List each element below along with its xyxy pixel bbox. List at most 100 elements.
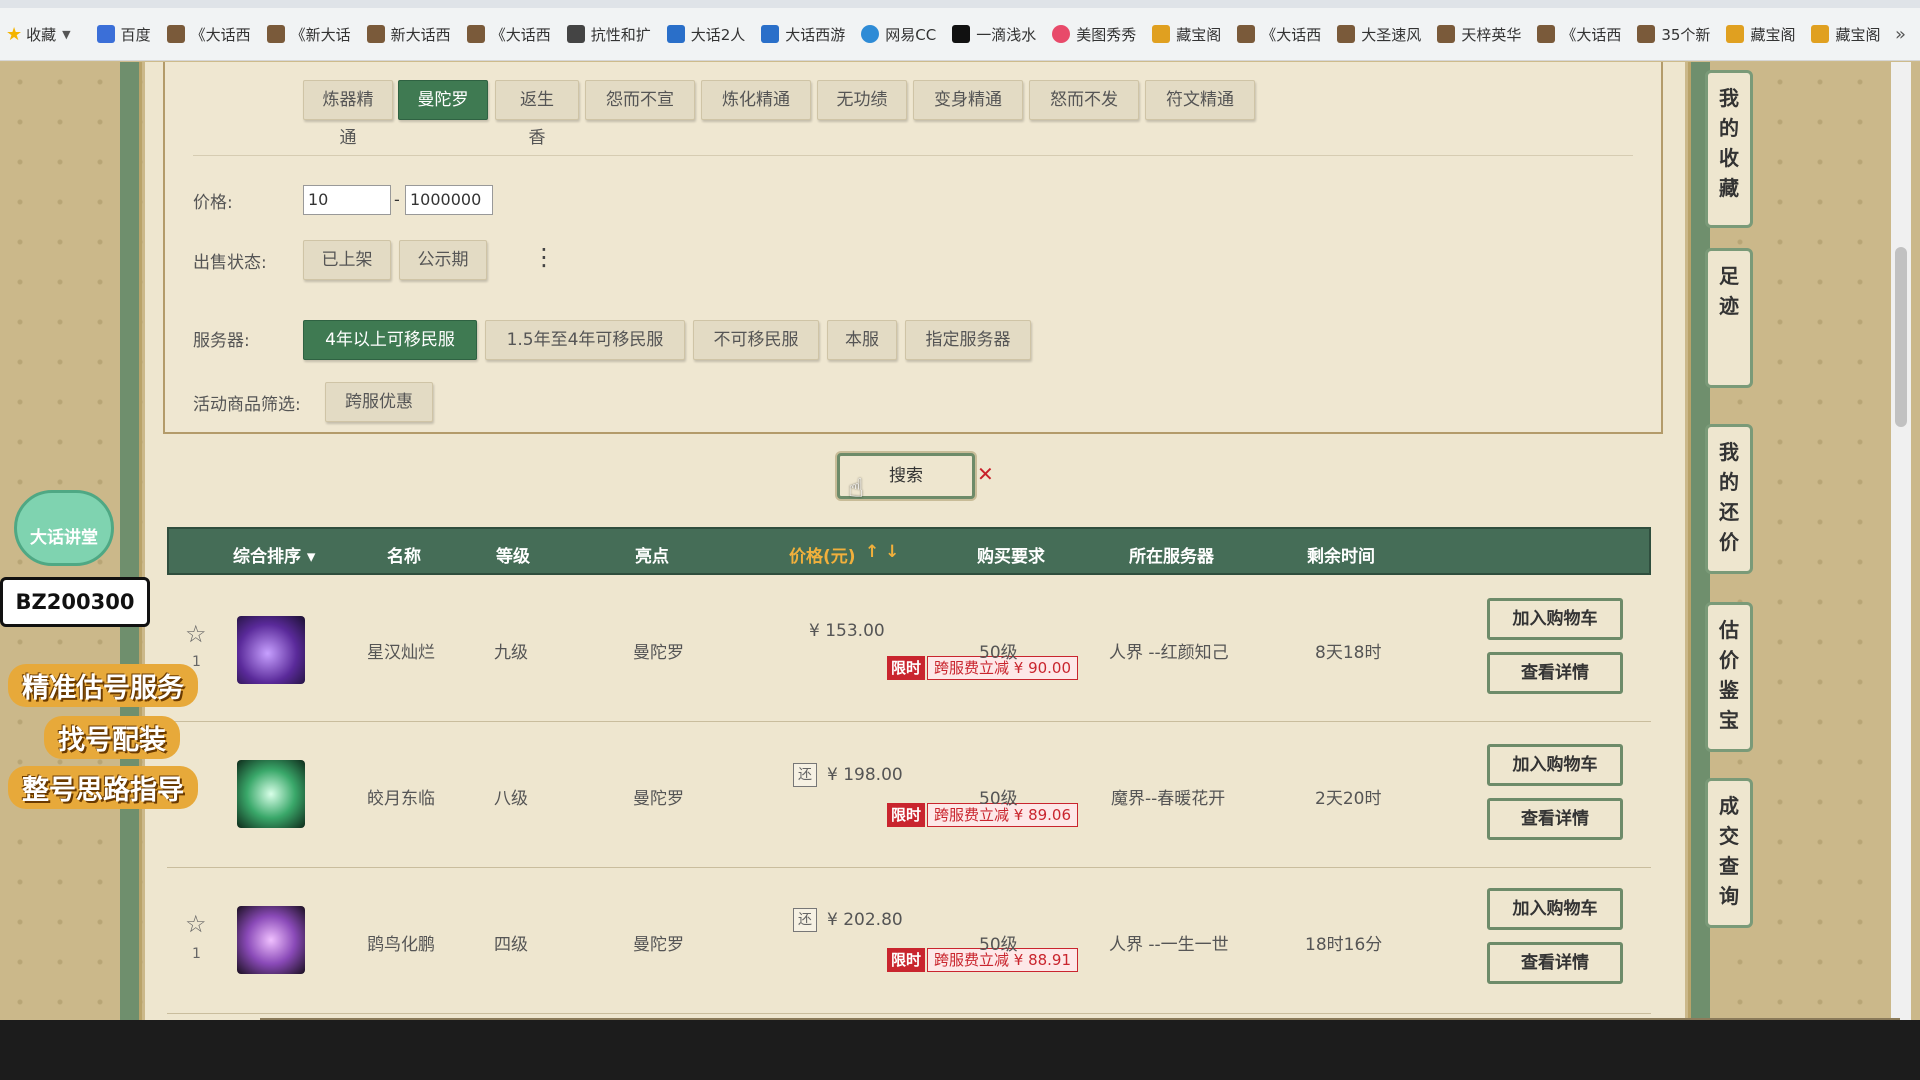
add-to-cart-button[interactable]: 加入购物车 <box>1487 744 1623 786</box>
item-requirement: 50级 <box>979 789 1018 809</box>
bookmark-item[interactable]: 35个新 <box>1637 24 1710 45</box>
price-max-input[interactable]: 1000000 <box>405 185 493 215</box>
add-to-cart-button[interactable]: 加入购物车 <box>1487 888 1623 930</box>
category-button[interactable]: 怒而不发 <box>1029 80 1139 120</box>
side-tab-char: 估 <box>1719 618 1739 642</box>
table-row: 皎月东临 八级 曼陀罗 还 ¥ 198.00 限时 跨服费立减 ¥ 89.06 … <box>167 722 1651 868</box>
game-icon <box>166 25 185 43</box>
left-frame-border <box>120 62 142 1020</box>
price-header[interactable]: 价格(元) <box>789 542 856 567</box>
item-name[interactable]: 星汉灿烂 <box>367 638 435 663</box>
bookmark-item[interactable]: 藏宝阁 <box>1152 24 1221 45</box>
category-button[interactable]: 变身精通 <box>913 80 1023 120</box>
item-name[interactable]: 鹍鸟化鹏 <box>367 930 435 955</box>
scrollbar-thumb[interactable] <box>1895 247 1907 427</box>
favorite-star-icon[interactable]: ☆ <box>185 910 207 938</box>
search-button-label: 搜索 <box>889 466 923 486</box>
item-thumbnail[interactable] <box>237 616 305 684</box>
side-tab-char: 的 <box>1719 470 1739 494</box>
side-tab-char: 我 <box>1719 440 1739 464</box>
sort-arrows-icon[interactable]: ↑ ↓ <box>865 542 899 562</box>
bookmark-item[interactable]: 大话西游 <box>761 24 845 45</box>
bookmark-item[interactable]: 新大话西 <box>366 24 451 45</box>
table-row: ☆ 1 鹍鸟化鹏 四级 曼陀罗 还 ¥ 202.80 限时 跨服费立减 ¥ 88… <box>167 868 1651 1014</box>
category-button[interactable]: 无功绩 <box>817 80 907 120</box>
bookmark-item[interactable]: 一滴浅水 <box>952 24 1036 45</box>
bookmark-item[interactable]: 《大话西 <box>1237 24 1321 45</box>
item-thumbnail[interactable] <box>237 906 305 974</box>
bookmarks-bar: ★ 收藏 ▼ 百度 《大话西 《新大话 新大话西 《大话西 抗性和扩 大话2人 大… <box>0 8 1920 61</box>
wings-icon <box>761 25 780 43</box>
bookmark-item[interactable]: 《新大话 <box>266 24 351 45</box>
page-scrollbar[interactable] <box>1891 62 1911 1020</box>
category-button[interactable]: 返生香 <box>495 80 579 148</box>
bookmark-item[interactable]: 抗性和扩 <box>566 24 651 45</box>
sale-status-listed-button[interactable]: 已上架 <box>303 240 391 280</box>
view-detail-button[interactable]: 查看详情 <box>1487 942 1623 984</box>
bookmark-item[interactable]: 《大话西 <box>166 24 251 45</box>
promo-line: 精准估号服务 <box>8 664 198 707</box>
activity-cross-server-button[interactable]: 跨服优惠 <box>325 382 433 422</box>
category-button[interactable]: 怨而不宣 <box>585 80 695 120</box>
price-min-input[interactable]: 10 <box>303 185 391 215</box>
side-tab-char: 迹 <box>1719 294 1739 318</box>
favorite-star-icon[interactable]: ☆ <box>185 620 207 648</box>
game-icon <box>1537 25 1556 43</box>
level-header: 等级 <box>496 547 530 567</box>
side-tab-my-bargains[interactable]: 我的还价 <box>1705 424 1753 574</box>
side-tab-char: 交 <box>1719 824 1739 848</box>
bookmark-item[interactable]: 藏宝阁 <box>1726 24 1795 45</box>
bookmarks-more-icon[interactable]: » <box>1895 24 1906 45</box>
server-header: 所在服务器 <box>1129 547 1214 567</box>
bargain-icon: 还 <box>793 908 817 932</box>
sale-status-public-button[interactable]: 公示期 <box>399 240 487 280</box>
divider <box>193 155 1633 156</box>
category-button[interactable]: 炼化精通 <box>701 80 811 120</box>
item-name[interactable]: 皎月东临 <box>367 784 435 809</box>
bookmark-item[interactable]: 大话2人 <box>666 24 745 45</box>
table-row: ☆ 1 星汉灿烂 九级 曼陀罗 ¥ 153.00 限时 跨服费立减 ¥ 90.0… <box>167 576 1651 722</box>
server-option[interactable]: 指定服务器 <box>905 320 1031 360</box>
close-mark-icon: ✕ <box>977 462 994 486</box>
category-button-selected[interactable]: 曼陀罗 <box>398 80 488 120</box>
page-icon <box>566 25 585 43</box>
sort-header[interactable]: 综合排序 ▾ <box>233 542 315 567</box>
category-button[interactable]: 炼器精通 <box>303 80 393 148</box>
chevron-down-icon[interactable]: ▼ <box>62 28 70 41</box>
bookmark-item[interactable]: 大圣速风 <box>1337 24 1421 45</box>
limit-tag: 限时 <box>887 656 926 680</box>
view-detail-button[interactable]: 查看详情 <box>1487 652 1623 694</box>
add-to-cart-button[interactable]: 加入购物车 <box>1487 598 1623 640</box>
bookmark-item[interactable]: 百度 <box>96 24 151 45</box>
side-tab-history[interactable]: 足迹 <box>1705 248 1753 388</box>
game-icon <box>266 25 285 43</box>
lecture-badge: 大话讲堂 <box>14 490 114 566</box>
side-tab-deal-query[interactable]: 成交查询 <box>1705 778 1753 928</box>
item-thumbnail[interactable] <box>237 760 305 828</box>
server-option[interactable]: 不可移民服 <box>693 320 819 360</box>
bookmark-item[interactable]: 《大话西 <box>466 24 551 45</box>
bookmark-item[interactable]: 藏宝阁 <box>1811 24 1880 45</box>
game-icon <box>466 25 485 43</box>
bookmark-item[interactable]: 美图秀秀 <box>1052 24 1136 45</box>
more-options-icon[interactable]: ⋮ <box>532 245 556 269</box>
bookmark-item[interactable]: 网易CC <box>861 24 936 45</box>
side-tab-appraisal[interactable]: 估价鉴宝 <box>1705 602 1753 752</box>
favorite-count: 1 <box>192 654 201 670</box>
bookmark-item[interactable]: 《大话西 <box>1537 24 1621 45</box>
game-icon <box>1637 25 1656 43</box>
side-tab-favorites[interactable]: 我的收藏 <box>1705 70 1753 228</box>
side-tab-char: 的 <box>1719 116 1739 140</box>
side-tab-char: 询 <box>1719 884 1739 908</box>
server-option[interactable]: 本服 <box>827 320 897 360</box>
server-option[interactable]: 1.5年至4年可移民服 <box>485 320 685 360</box>
sale-status-label: 出售状态: <box>193 253 267 273</box>
bookmark-item[interactable]: 天梓英华 <box>1437 24 1521 45</box>
bookmark-item[interactable]: 收藏 ▼ <box>26 24 80 45</box>
paw-icon <box>96 25 115 43</box>
price-label: 价格: <box>193 193 233 213</box>
view-detail-button[interactable]: 查看详情 <box>1487 798 1623 840</box>
treasure-icon <box>1726 25 1745 43</box>
category-button[interactable]: 符文精通 <box>1145 80 1255 120</box>
server-option-selected[interactable]: 4年以上可移民服 <box>303 320 477 360</box>
